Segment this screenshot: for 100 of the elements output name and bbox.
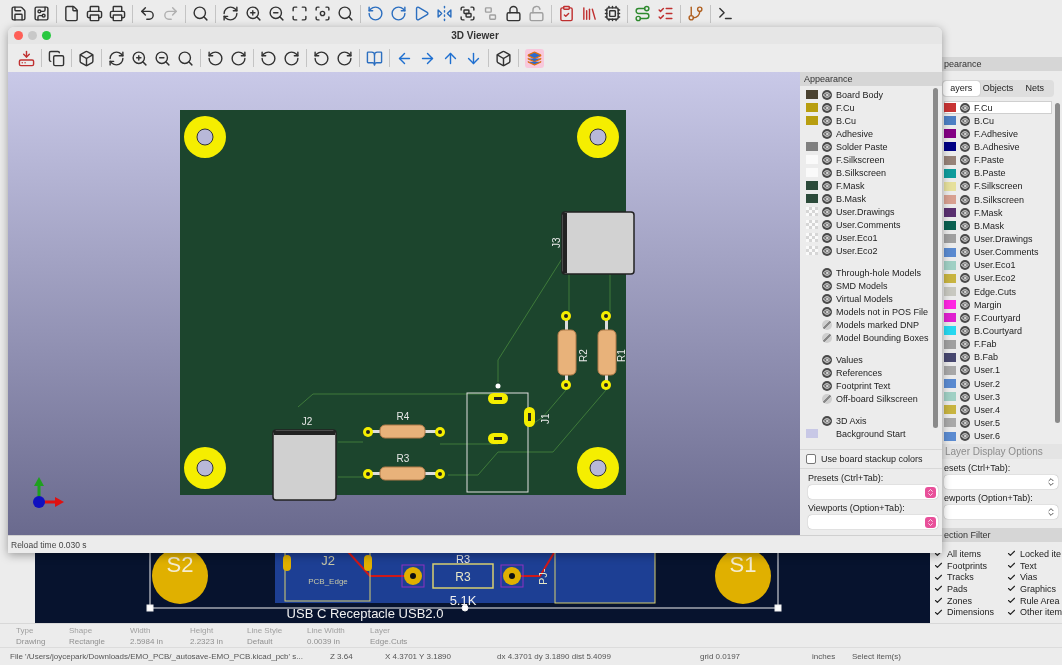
- eye-icon[interactable]: [960, 207, 970, 218]
- color-swatch[interactable]: [944, 339, 956, 349]
- color-swatch[interactable]: [944, 392, 956, 402]
- layer-row[interactable]: User.Comments: [944, 245, 1052, 259]
- layer-row[interactable]: B.Paste: [944, 166, 1052, 180]
- undo-icon[interactable]: [139, 5, 156, 22]
- color-swatch[interactable]: [806, 194, 818, 203]
- search-icon[interactable]: [337, 5, 354, 22]
- printer-icon[interactable]: [86, 5, 103, 22]
- search-icon[interactable]: [192, 5, 209, 22]
- color-swatch[interactable]: [944, 352, 956, 362]
- copy-icon[interactable]: [48, 49, 65, 67]
- layer-row[interactable]: User.Drawings: [944, 232, 1052, 246]
- eye-icon[interactable]: [822, 206, 832, 217]
- triangle-icon[interactable]: [413, 5, 430, 22]
- color-swatch[interactable]: [944, 116, 956, 126]
- checkmark-icon[interactable]: [1007, 607, 1016, 617]
- color-swatch[interactable]: [944, 365, 956, 375]
- color-swatch[interactable]: [944, 405, 956, 415]
- eye-icon[interactable]: [960, 404, 970, 415]
- scrollbar[interactable]: [933, 88, 938, 428]
- checkmark-icon[interactable]: [934, 607, 943, 617]
- cube-icon[interactable]: [495, 49, 512, 67]
- layer-row[interactable]: B.Adhesive: [944, 140, 1052, 154]
- layer-row[interactable]: User.4: [944, 403, 1052, 417]
- box-icon[interactable]: [78, 49, 95, 67]
- checkmark-icon[interactable]: [934, 596, 943, 606]
- layer-row[interactable]: F.Adhesive: [944, 127, 1052, 141]
- layer-row[interactable]: User.2: [944, 376, 1052, 391]
- chip-icon[interactable]: [604, 5, 621, 22]
- eye-icon[interactable]: [960, 325, 970, 336]
- eye-icon[interactable]: [960, 247, 970, 258]
- layer-row[interactable]: Edge.Cuts: [944, 284, 1052, 299]
- color-swatch[interactable]: [944, 287, 956, 297]
- layer-row[interactable]: B.Courtyard: [944, 324, 1052, 338]
- rotate-right-icon[interactable]: [336, 49, 353, 67]
- color-swatch[interactable]: [944, 260, 956, 270]
- eye-icon[interactable]: [822, 415, 832, 426]
- books-icon[interactable]: [581, 5, 598, 22]
- refresh-icon[interactable]: [108, 49, 125, 67]
- route-icon[interactable]: [634, 5, 651, 22]
- eye-icon[interactable]: [960, 194, 970, 205]
- eye-icon[interactable]: [960, 260, 970, 271]
- color-swatch[interactable]: [944, 326, 956, 336]
- eye-icon[interactable]: [960, 181, 970, 192]
- color-swatch[interactable]: [944, 234, 956, 244]
- color-swatch[interactable]: [944, 313, 956, 323]
- color-swatch[interactable]: [944, 155, 956, 165]
- eye-icon[interactable]: [822, 167, 832, 178]
- checkbox[interactable]: [806, 454, 816, 464]
- eye-icon[interactable]: [960, 273, 970, 284]
- layer-row[interactable]: F.Cu: [944, 101, 1052, 115]
- eye-icon[interactable]: [960, 417, 970, 428]
- zoom-out-icon[interactable]: [154, 49, 171, 67]
- presets-dropdown[interactable]: [808, 485, 938, 499]
- color-swatch[interactable]: [944, 418, 956, 428]
- color-swatch[interactable]: [944, 181, 956, 191]
- color-swatch[interactable]: [806, 142, 818, 151]
- color-swatch[interactable]: [944, 142, 956, 152]
- color-swatch[interactable]: [806, 116, 818, 125]
- eye-icon[interactable]: [822, 154, 832, 165]
- eye-icon[interactable]: [822, 306, 832, 317]
- rotate-left-icon[interactable]: [313, 49, 330, 67]
- scrollbar[interactable]: [1055, 103, 1060, 423]
- eye-icon[interactable]: [822, 267, 832, 278]
- checkmark-icon[interactable]: [1007, 596, 1016, 606]
- eye-icon[interactable]: [960, 365, 970, 376]
- search-icon[interactable]: [177, 49, 194, 67]
- eye-icon[interactable]: [822, 102, 832, 113]
- checkmark-icon[interactable]: [1007, 584, 1016, 594]
- slashed-circle-icon[interactable]: [822, 332, 832, 343]
- rotate-right-icon[interactable]: [283, 49, 300, 67]
- color-swatch[interactable]: [944, 195, 956, 205]
- rotate-right-icon[interactable]: [230, 49, 247, 67]
- color-swatch[interactable]: [806, 90, 818, 99]
- eye-icon[interactable]: [960, 299, 970, 310]
- eye-icon[interactable]: [960, 220, 970, 231]
- lock-icon[interactable]: [505, 5, 522, 22]
- rotate-left-icon[interactable]: [207, 49, 224, 67]
- zoom-out-icon[interactable]: [268, 5, 285, 22]
- layer-row[interactable]: B.Fab: [944, 350, 1052, 364]
- tab[interactable]: Objects: [979, 81, 1017, 96]
- checkmark-icon[interactable]: [1007, 561, 1016, 571]
- zoom-fit-icon[interactable]: [291, 5, 308, 22]
- color-swatch[interactable]: [944, 208, 956, 218]
- checker-swatch[interactable]: [806, 233, 818, 242]
- layer-row[interactable]: F.Silkscreen: [944, 179, 1052, 193]
- checker-swatch[interactable]: [806, 246, 818, 255]
- eye-icon[interactable]: [822, 141, 832, 152]
- eye-icon[interactable]: [960, 286, 970, 297]
- layer-row[interactable]: User.Eco1: [944, 258, 1052, 272]
- checker-swatch[interactable]: [806, 207, 818, 216]
- eye-icon[interactable]: [822, 115, 832, 126]
- eye-icon[interactable]: [960, 155, 970, 166]
- layer-row[interactable]: Margin: [944, 298, 1052, 312]
- layer-row[interactable]: B.Cu: [944, 114, 1052, 128]
- zoom-in-icon[interactable]: [131, 49, 148, 67]
- viewports-dropdown[interactable]: [808, 515, 938, 529]
- layer-row[interactable]: F.Paste: [944, 153, 1052, 167]
- zoom-objects-icon[interactable]: [314, 5, 331, 22]
